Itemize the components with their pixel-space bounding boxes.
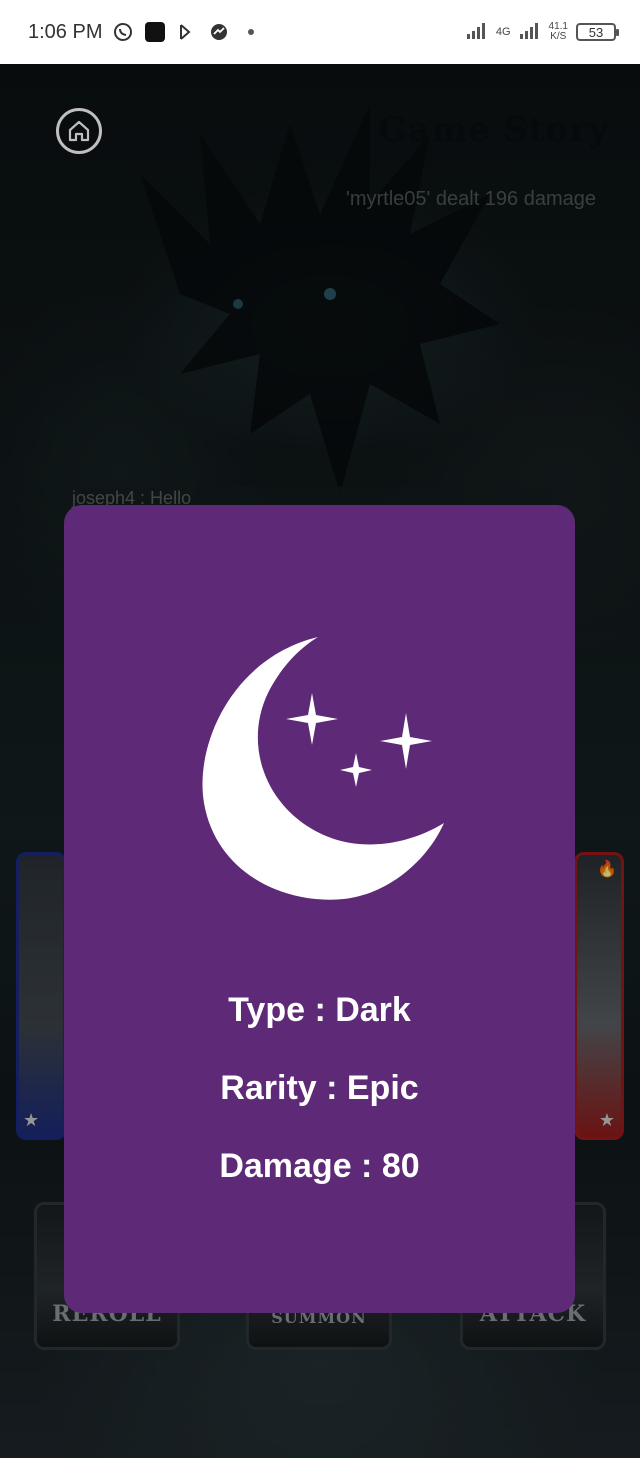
card-rarity: Rarity : Epic bbox=[220, 1069, 419, 1107]
signal-icon-2 bbox=[519, 22, 541, 43]
network-type: 4G bbox=[495, 26, 511, 38]
moon-stars-icon bbox=[202, 637, 444, 900]
battery-indicator: 53 bbox=[576, 23, 619, 41]
dot-icon bbox=[240, 21, 262, 43]
signal-icon bbox=[466, 22, 488, 43]
card-type: Type : Dark bbox=[228, 991, 411, 1029]
app-icon bbox=[144, 21, 166, 43]
card-stats: Type : Dark Rarity : Epic Damage : 80 bbox=[64, 985, 575, 1219]
messenger-icon bbox=[208, 21, 230, 43]
network-speed: 41.1 K/S bbox=[548, 21, 568, 42]
card-damage: Damage : 80 bbox=[219, 1147, 420, 1185]
card-detail-modal[interactable]: Type : Dark Rarity : Epic Damage : 80 bbox=[64, 505, 575, 1313]
whatsapp-icon bbox=[112, 21, 134, 43]
status-bar: 1:06 PM 4G 41.1 K/S 53 bbox=[0, 0, 640, 64]
media-icon bbox=[176, 21, 198, 43]
status-time: 1:06 PM bbox=[28, 20, 103, 43]
